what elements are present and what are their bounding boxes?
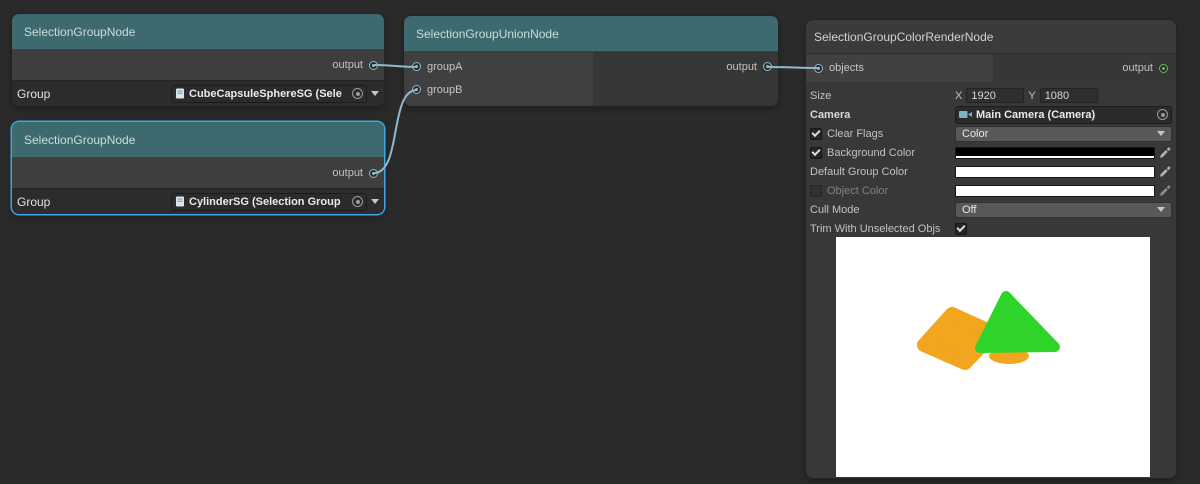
trim-label: Trim With Unselected Objs [810,223,940,235]
node-header[interactable]: SelectionGroupNode [12,14,384,50]
output-port-label: output [332,59,363,71]
chevron-down-icon[interactable] [371,91,379,96]
group-object-field[interactable]: CylinderSG (Selection Group [171,193,367,211]
node-header[interactable]: SelectionGroupNode [12,122,384,158]
output-port-label: output [1122,62,1153,74]
output-port[interactable] [1159,64,1168,73]
eyedropper-icon[interactable] [1159,146,1172,159]
node-header[interactable]: SelectionGroupUnionNode [404,16,778,52]
node-title: SelectionGroupNode [24,25,135,39]
output-port-row: output [12,50,384,80]
object-picker-icon[interactable] [1157,109,1168,120]
output-port-label: output [726,61,757,73]
node-body: groupA groupB output [404,52,778,106]
clear-flags-dropdown[interactable]: Color [955,126,1172,142]
cull-mode-row: Cull Mode Off [810,200,1174,219]
clear-flags-label: Clear Flags [827,128,883,140]
camera-label: Camera [810,109,850,121]
groupA-port-label: groupA [427,61,462,73]
node-selection-group-1[interactable]: SelectionGroupNode output Group CubeCaps… [12,14,384,106]
cull-mode-dropdown[interactable]: Off [955,202,1172,218]
trim-row: Trim With Unselected Objs [810,219,1174,238]
cull-mode-label: Cull Mode [810,204,860,216]
output-port-label: output [332,167,363,179]
selection-group-asset-icon [175,196,185,207]
size-row: Size X Y [810,86,1174,105]
object-picker-icon[interactable] [352,196,363,207]
background-color-swatch[interactable] [955,147,1155,159]
objects-port-row: objects [806,62,1122,74]
background-color-checkbox[interactable] [810,147,822,159]
camera-icon [959,110,972,119]
groupA-port[interactable] [412,62,421,71]
output-port-row: output [12,158,384,188]
output-port[interactable] [369,169,378,178]
group-object-field[interactable]: CubeCapsuleSphereSG (Sele [171,85,367,103]
object-color-swatch[interactable] [955,185,1155,197]
output-port-row: output [1122,62,1176,74]
node-selection-group-union[interactable]: SelectionGroupUnionNode groupA groupB ou… [404,16,778,106]
render-preview-image [836,237,1150,477]
objects-port[interactable] [814,64,823,73]
size-label: Size [810,90,831,102]
input-port-row-groupB: groupB [404,78,778,101]
port-row: objects output [806,54,1176,82]
object-color-row: Object Color [810,181,1174,200]
chevron-down-icon [1157,207,1165,212]
size-y-label: Y [1028,90,1035,102]
camera-object-value: Main Camera (Camera) [976,109,1153,121]
object-picker-icon[interactable] [352,88,363,99]
group-field-label: Group [17,87,50,101]
camera-row: Camera Main Camera (Camera) [810,105,1174,124]
groupB-port-label: groupB [427,84,462,96]
default-group-color-swatch[interactable] [955,166,1155,178]
group-object-value: CylinderSG (Selection Group [189,196,348,208]
object-color-label: Object Color [827,185,888,197]
group-object-value: CubeCapsuleSphereSG (Sele [189,88,348,100]
default-group-color-row: Default Group Color [810,162,1174,181]
cull-mode-value: Off [962,204,976,216]
size-x-label: X [955,90,962,102]
node-properties: Size X Y Camera Main Camera (Camera) [806,82,1176,238]
output-port[interactable] [763,62,772,71]
background-color-label: Background Color [827,147,915,159]
node-selection-group-color-render[interactable]: SelectionGroupColorRenderNode objects ou… [806,20,1176,478]
group-field-row: Group CylinderSG (Selection Group [12,188,384,214]
eyedropper-icon[interactable] [1159,184,1172,197]
node-graph-canvas[interactable]: SelectionGroupNode output Group CubeCaps… [0,0,1200,484]
groupB-port[interactable] [412,85,421,94]
clear-flags-checkbox[interactable] [810,128,822,140]
chevron-down-icon [1157,131,1165,136]
chevron-down-icon[interactable] [371,199,379,204]
input-port-row-groupA: groupA [404,55,778,78]
eyedropper-icon[interactable] [1159,165,1172,178]
node-header[interactable]: SelectionGroupColorRenderNode [806,20,1176,54]
background-color-row: Background Color [810,143,1174,162]
objects-port-label: objects [829,62,864,74]
node-title: SelectionGroupColorRenderNode [814,30,993,44]
group-field-label: Group [17,195,50,209]
selection-group-asset-icon [175,88,185,99]
clear-flags-row: Clear Flags Color [810,124,1174,143]
output-port-row: output [726,55,772,78]
node-selection-group-2[interactable]: SelectionGroupNode output Group Cylinder… [12,122,384,214]
default-group-color-label: Default Group Color [810,166,908,178]
size-y-input[interactable] [1040,88,1098,103]
clear-flags-value: Color [962,128,988,140]
object-color-checkbox[interactable] [810,185,822,197]
size-x-input[interactable] [966,88,1024,103]
group-field-row: Group CubeCapsuleSphereSG (Sele [12,80,384,106]
trim-checkbox[interactable] [955,223,967,235]
node-title: SelectionGroupUnionNode [416,27,559,41]
camera-object-field[interactable]: Main Camera (Camera) [955,106,1172,124]
node-title: SelectionGroupNode [24,133,135,147]
output-port[interactable] [369,61,378,70]
